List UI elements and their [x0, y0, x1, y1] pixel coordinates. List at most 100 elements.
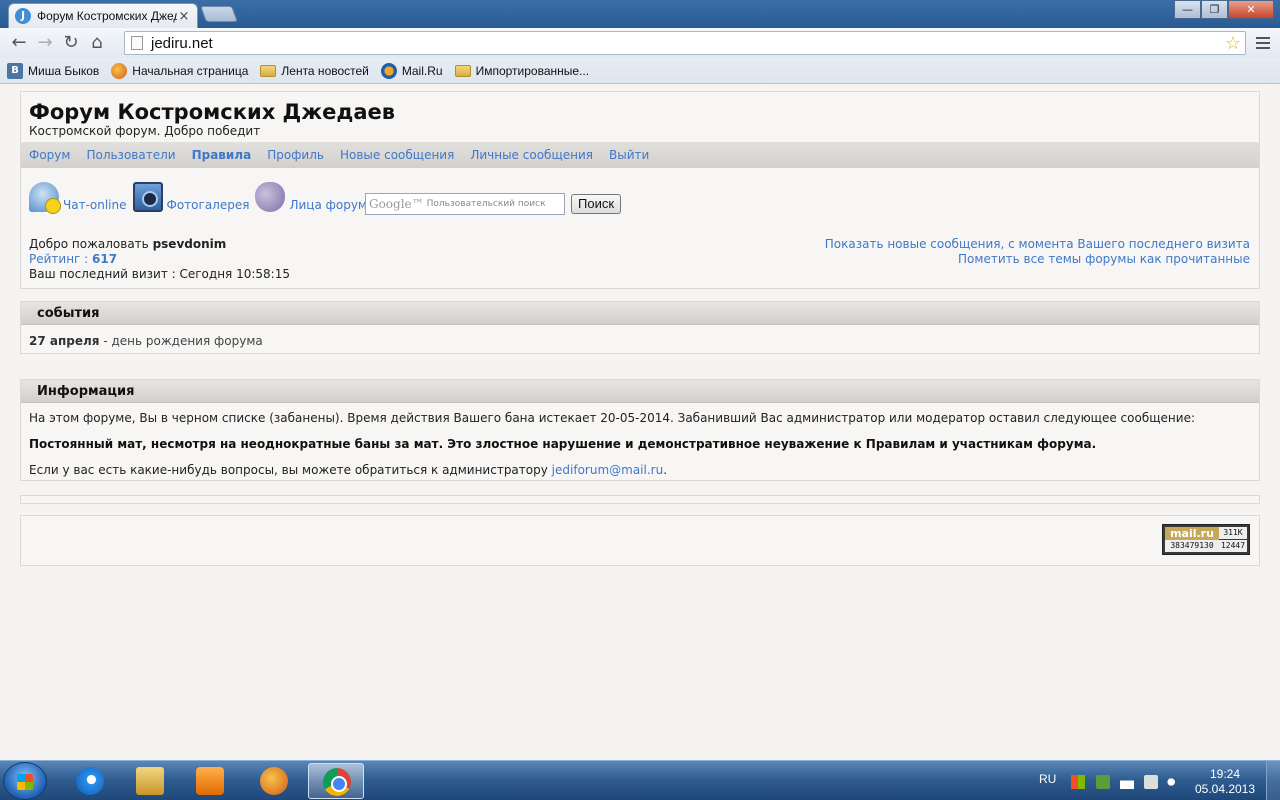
bookmark-label: Mail.Ru	[401, 63, 443, 78]
nav-rules[interactable]: Правила	[192, 148, 252, 162]
address-bar[interactable]: jediru.net ☆	[124, 31, 1246, 55]
google-logo: Google™	[369, 197, 424, 211]
masks-icon	[255, 182, 286, 212]
show-new-messages-link[interactable]: Показать новые сообщения, с момента Ваше…	[825, 237, 1250, 252]
event-item: 27 апреля - день рождения форума	[29, 334, 263, 348]
close-window-button[interactable]: ✕	[1228, 0, 1274, 19]
nav-users[interactable]: Пользователи	[86, 148, 175, 162]
chat-link-label: Чат-online	[63, 198, 127, 212]
search-input[interactable]: Google™ Пользовательский поиск	[365, 193, 565, 215]
site-title: Форум Костромских Джедаев	[29, 100, 396, 124]
events-header: события	[21, 302, 1259, 325]
vk-icon: B	[7, 62, 23, 79]
nav-new-messages[interactable]: Новые сообщения	[340, 148, 454, 162]
nav-profile[interactable]: Профиль	[267, 148, 324, 162]
clock[interactable]: 19:24 05.04.2013	[1194, 767, 1256, 797]
security-icon[interactable]	[1096, 775, 1110, 789]
faces-link[interactable]: Лица форума	[255, 182, 374, 212]
search-placeholder: Пользовательский поиск	[426, 199, 546, 209]
volume-icon[interactable]	[1167, 775, 1181, 789]
contact-end: .	[663, 463, 668, 477]
footer: mail.ru 311K 383479130 12447	[20, 515, 1260, 566]
nav-private-messages[interactable]: Личные сообщения	[470, 148, 593, 162]
events-block: события 27 апреля - день рождения форума	[20, 301, 1260, 354]
faces-link-label: Лица форума	[289, 198, 375, 212]
new-tab-button[interactable]	[200, 6, 238, 22]
tab-close-icon[interactable]: ×	[177, 9, 191, 24]
clock-time: 19:24	[1209, 767, 1241, 781]
bookmark-item[interactable]: B Миша Быков	[7, 62, 100, 79]
back-button[interactable]: ←	[6, 31, 32, 55]
forum-header: Форум Костромских Джедаев Костромской фо…	[20, 91, 1260, 289]
windows-taskbar: RU 19:24 05.04.2013	[0, 760, 1280, 800]
bookmarks-bar: B Миша Быков Начальная страница Лента но…	[0, 58, 1280, 84]
welcome-greeting: Добро пожаловать	[29, 237, 149, 251]
folder-icon	[136, 767, 164, 795]
clock-date: 05.04.2013	[1194, 782, 1256, 796]
minimize-button[interactable]: —	[1174, 0, 1201, 19]
browser-menu-icon[interactable]	[1256, 34, 1270, 52]
quick-links: Чат-online Фотогалерея Лица форума	[29, 182, 380, 214]
page-icon	[131, 36, 143, 50]
chat-bubble-icon	[29, 182, 61, 214]
info-title: Информация	[37, 384, 135, 399]
bookmark-star-icon[interactable]: ☆	[1225, 33, 1241, 54]
taskbar-chrome[interactable]	[308, 763, 364, 799]
bookmark-item[interactable]: Лента новостей	[260, 64, 369, 78]
bookmark-label: Лента новостей	[281, 63, 369, 78]
internet-explorer-icon	[76, 767, 104, 795]
bookmark-label: Начальная страница	[132, 63, 249, 78]
admin-email-link[interactable]: jediforum@mail.ru	[552, 463, 664, 477]
page-content: Форум Костромских Джедаев Костромской фо…	[0, 85, 1280, 760]
chat-link[interactable]: Чат-online	[29, 182, 127, 214]
start-button[interactable]	[3, 762, 47, 800]
show-desktop-button[interactable]	[1266, 761, 1280, 800]
taskbar-firefox[interactable]	[246, 763, 302, 799]
username: psevdonim	[152, 237, 227, 251]
taskbar-ie[interactable]	[62, 763, 118, 799]
browser-tab[interactable]: J Форум Костромских Джедаев ×	[8, 3, 198, 28]
reload-button[interactable]: ↻	[58, 31, 84, 55]
gallery-link[interactable]: Фотогалерея	[132, 182, 250, 212]
network-icon[interactable]	[1120, 775, 1134, 789]
rating[interactable]: Рейтинг : 617	[29, 252, 290, 267]
window-controls: — ❐ ✕	[1174, 0, 1274, 19]
mailru-counter[interactable]: mail.ru 311K 383479130 12447	[1162, 524, 1250, 555]
site-favicon-icon: J	[15, 8, 31, 24]
folder-icon	[454, 64, 471, 77]
tray-app-icon[interactable]	[1071, 775, 1085, 789]
home-button[interactable]: ⌂	[84, 31, 110, 55]
language-indicator[interactable]: RU	[1039, 772, 1056, 786]
counter-value-a: 311K	[1219, 527, 1247, 539]
forward-button[interactable]: →	[32, 31, 58, 55]
url-text[interactable]: jediru.net	[151, 35, 1225, 52]
camera-icon	[132, 182, 163, 212]
taskbar-explorer[interactable]	[122, 763, 178, 799]
power-icon[interactable]	[1144, 775, 1158, 789]
maximize-button[interactable]: ❐	[1201, 0, 1228, 19]
bookmark-item[interactable]: Начальная страница	[111, 62, 249, 79]
events-title: события	[37, 306, 100, 321]
rating-value: 617	[92, 252, 118, 266]
site-description: Костромской форум. Добро победит	[29, 124, 261, 138]
bookmark-item[interactable]: Mail.Ru	[380, 62, 443, 79]
firefox-icon	[260, 767, 288, 795]
chrome-icon	[323, 768, 351, 796]
media-player-icon	[196, 767, 224, 795]
nav-logout[interactable]: Выйти	[609, 148, 649, 162]
taskbar-media[interactable]	[182, 763, 238, 799]
search-button[interactable]: Поиск	[571, 194, 622, 214]
firefox-icon	[111, 62, 128, 79]
mark-all-read-link[interactable]: Пометить все темы форумы как прочитанные	[825, 252, 1250, 267]
info-header: Информация	[21, 380, 1259, 403]
gallery-link-label: Фотогалерея	[166, 198, 250, 212]
contact-line: Если у вас есть какие-нибудь вопросы, вы…	[29, 463, 1249, 477]
bookmark-item[interactable]: Импортированные...	[454, 64, 589, 78]
nav-forum[interactable]: Форум	[29, 148, 70, 162]
bookmark-label: Миша Быков	[28, 63, 100, 78]
ban-reason: Постоянный мат, несмотря на неоднократны…	[29, 437, 1097, 451]
browser-titlebar: J Форум Костромских Джедаев × — ❐ ✕	[0, 0, 1280, 28]
event-date: 27 апреля	[29, 334, 100, 348]
welcome-block: Добро пожаловать psevdonim Рейтинг : 617…	[29, 237, 290, 282]
contact-text: Если у вас есть какие-нибудь вопросы, вы…	[29, 463, 548, 477]
